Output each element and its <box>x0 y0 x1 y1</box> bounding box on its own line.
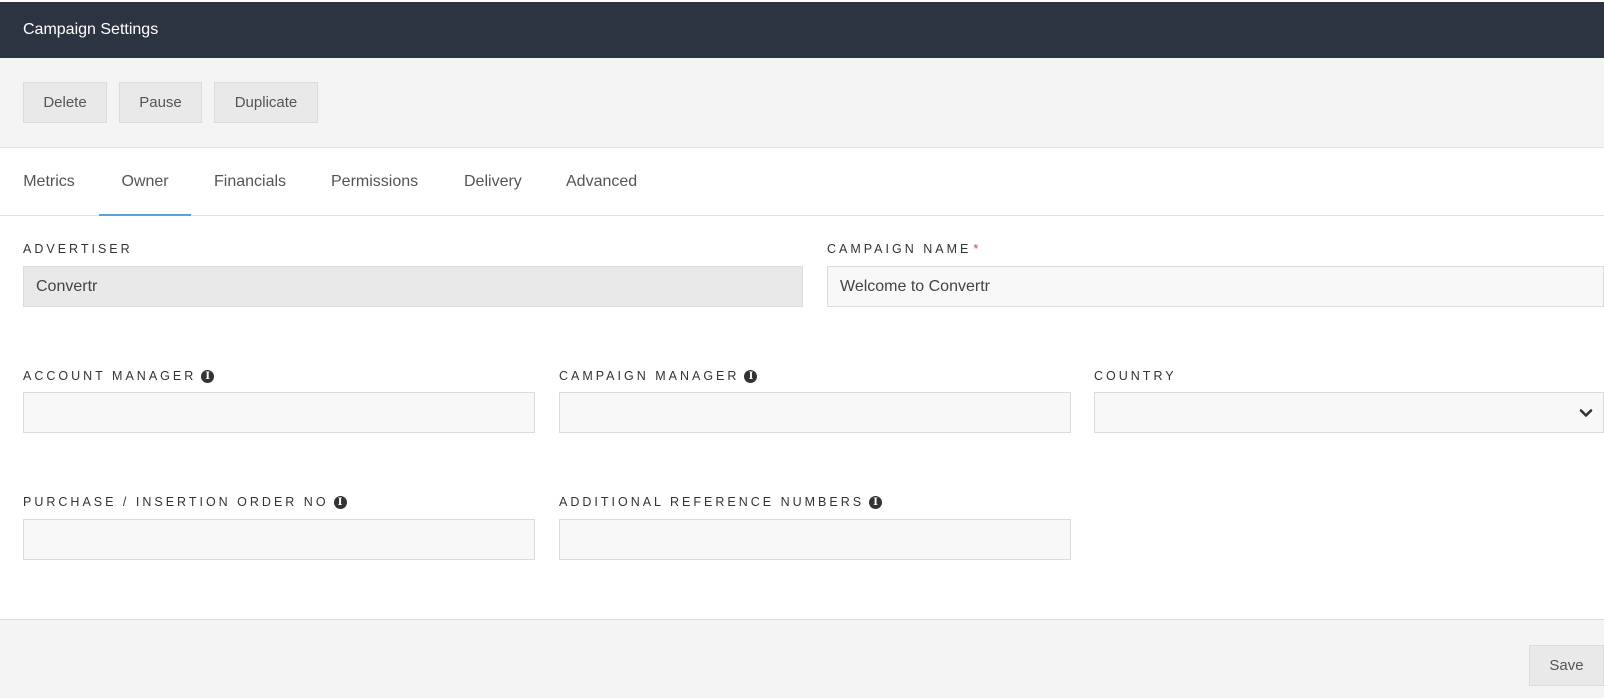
info-icon[interactable]: i <box>333 495 347 509</box>
page-title: Campaign Settings <box>0 2 1604 58</box>
purchase-order-field[interactable] <box>23 519 535 560</box>
additional-reference-label: Additional Reference Numbers i <box>559 495 883 509</box>
duplicate-button[interactable]: Duplicate <box>214 82 318 123</box>
account-manager-field[interactable] <box>23 392 535 433</box>
campaign-manager-field[interactable] <box>559 392 1071 433</box>
required-marker: * <box>973 242 982 256</box>
advertiser-label: Advertiser <box>23 242 133 256</box>
footer-bar: Save <box>0 619 1604 698</box>
info-icon[interactable]: i <box>201 369 215 383</box>
tab-financials[interactable]: Financials <box>214 148 286 216</box>
info-icon[interactable]: i <box>869 495 883 509</box>
chevron-down-icon <box>1579 409 1593 417</box>
advertiser-field[interactable] <box>23 266 803 307</box>
additional-reference-field[interactable] <box>559 519 1071 560</box>
action-bar: Delete Pause Duplicate <box>0 58 1604 148</box>
save-button[interactable]: Save <box>1529 645 1604 686</box>
account-manager-label: Account Manager i <box>23 369 215 383</box>
delete-button[interactable]: Delete <box>23 82 107 123</box>
purchase-order-label: Purchase / Insertion Order No i <box>23 495 347 509</box>
page-title-text: Campaign Settings <box>23 21 159 38</box>
tab-owner[interactable]: Owner <box>99 148 191 216</box>
country-label: Country <box>1094 369 1177 383</box>
tab-permissions[interactable]: Permissions <box>331 148 418 216</box>
campaign-name-field[interactable] <box>827 266 1604 307</box>
campaign-manager-label: Campaign Manager i <box>559 369 758 383</box>
info-icon[interactable]: i <box>744 369 758 383</box>
country-select[interactable] <box>1094 392 1604 433</box>
tab-advanced[interactable]: Advanced <box>566 148 637 216</box>
tab-bar: Metrics Owner Financials Permissions Del… <box>0 148 1604 216</box>
pause-button[interactable]: Pause <box>119 82 202 123</box>
tab-metrics[interactable]: Metrics <box>23 148 75 216</box>
campaign-name-label: Campaign Name * <box>827 242 982 256</box>
tab-delivery[interactable]: Delivery <box>464 148 522 216</box>
